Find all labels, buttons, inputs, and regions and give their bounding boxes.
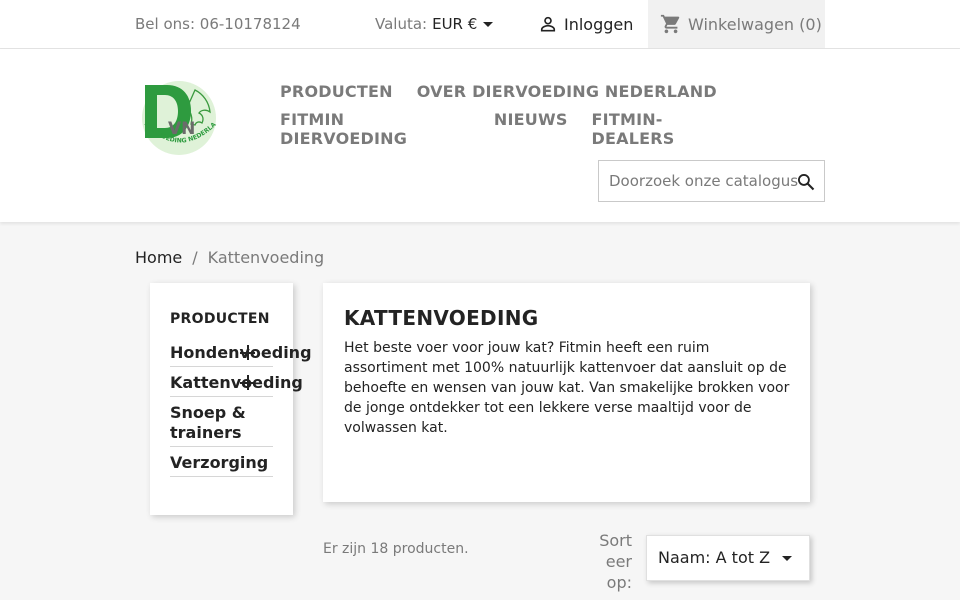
currency-value: EUR € xyxy=(432,15,478,33)
nav-item-dealers[interactable]: FITMIN-DEALERS xyxy=(592,110,740,148)
sort-value: Naam: A tot Z xyxy=(658,548,771,567)
category-sidebar: PRODUCTEN Hondenvoeding Kattenvoeding Sn… xyxy=(150,283,312,515)
search-input[interactable] xyxy=(599,161,799,201)
contact-phone: Bel ons: 06-10178124 xyxy=(135,15,301,33)
site-header: VN DIERVOEDING NEDERLAND PRODUCTEN OVER … xyxy=(0,49,960,222)
sidebar-item-hondenvoeding[interactable]: Hondenvoeding xyxy=(170,343,312,367)
sidebar-title[interactable]: PRODUCTEN xyxy=(170,311,270,327)
currency-label: Valuta: xyxy=(375,15,428,33)
breadcrumb-separator: / xyxy=(192,248,198,267)
nav-item-nieuws[interactable]: NIEUWS xyxy=(494,110,568,148)
sidebar-item-verzorging[interactable]: Verzorging xyxy=(170,453,273,477)
site-logo[interactable]: VN DIERVOEDING NEDERLAND xyxy=(137,80,219,156)
breadcrumb: Home / Kattenvoeding xyxy=(135,248,324,267)
user-icon xyxy=(540,16,556,32)
nav-item-producten[interactable]: PRODUCTEN xyxy=(280,82,393,101)
cart-label: Winkelwagen (0) xyxy=(688,14,822,34)
search-box xyxy=(598,160,825,202)
caret-down-icon xyxy=(483,21,494,27)
breadcrumb-home[interactable]: Home xyxy=(135,248,182,267)
sort-select[interactable]: Naam: A tot Z xyxy=(646,535,810,581)
search-icon[interactable] xyxy=(796,172,816,192)
currency-selector[interactable]: Valuta: EUR € xyxy=(375,15,494,33)
sidebar-item-label: Verzorging xyxy=(170,453,269,472)
sort-label: Sort eer op: xyxy=(599,531,632,592)
main-nav: PRODUCTEN OVER DIERVOEDING NEDERLAND FIT… xyxy=(280,82,740,157)
sidebar-item-label: Snoep & trainers xyxy=(170,403,246,442)
nav-row-2: FITMIN DIERVOEDING NIEUWS FITMIN-DEALERS xyxy=(280,110,740,148)
nav-item-over[interactable]: OVER DIERVOEDING NEDERLAND xyxy=(417,82,717,101)
nav-row-1: PRODUCTEN OVER DIERVOEDING NEDERLAND xyxy=(280,82,740,101)
cart-button[interactable]: Winkelwagen (0) xyxy=(648,0,825,48)
login-label: Inloggen xyxy=(564,14,634,34)
sidebar-item-snoep[interactable]: Snoep & trainers xyxy=(170,403,273,447)
product-count: Er zijn 18 producten. xyxy=(323,541,469,557)
login-link[interactable]: Inloggen xyxy=(538,14,633,34)
sidebar-item-kattenvoeding[interactable]: Kattenvoeding xyxy=(170,373,303,397)
shopping-cart-icon xyxy=(660,14,680,34)
category-description: Het beste voer voor jouw kat? Fitmin hee… xyxy=(344,340,790,436)
breadcrumb-current: Kattenvoeding xyxy=(207,248,325,267)
expand-plus-icon[interactable] xyxy=(240,375,255,390)
category-list: Hondenvoeding Kattenvoeding Snoep & trai… xyxy=(170,343,312,483)
expand-plus-icon[interactable] xyxy=(240,345,255,360)
sidebar-item-label: Kattenvoeding xyxy=(170,373,303,392)
category-description-box: KATTENVOEDING Het beste voer voor jouw k… xyxy=(323,283,810,502)
nav-item-fitmin[interactable]: FITMIN DIERVOEDING xyxy=(280,110,470,148)
category-title: KATTENVOEDING xyxy=(344,306,539,330)
caret-down-icon xyxy=(782,556,792,561)
top-bar: Bel ons: 06-10178124 Valuta: EUR € Inlog… xyxy=(0,0,960,49)
